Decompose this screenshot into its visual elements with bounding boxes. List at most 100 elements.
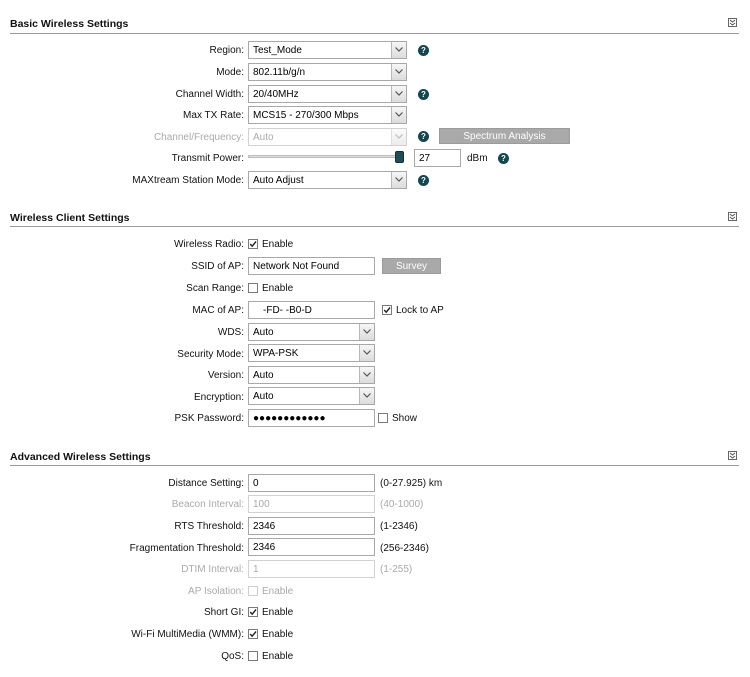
mac-input[interactable]: -FD- -B0-D: [248, 301, 375, 319]
chevron-down-icon: [359, 388, 374, 404]
wmm-enable-text: Enable: [262, 629, 294, 640]
qos-label: QoS:: [221, 651, 244, 662]
version-label: Version:: [207, 370, 244, 381]
scan-range-enable-text: Enable: [262, 283, 294, 294]
channel-width-label: Channel Width:: [175, 89, 244, 100]
channel-frequency-value: Auto: [253, 132, 274, 143]
transmit-power-slider-track[interactable]: [248, 155, 404, 158]
chevron-down-icon: [359, 367, 374, 383]
rts-threshold-value: 2346: [253, 521, 276, 532]
channel-frequency-select: Auto: [248, 128, 407, 146]
section-divider: [10, 33, 739, 34]
transmit-power-help-icon[interactable]: ?: [498, 153, 509, 164]
beacon-interval-input: 100: [248, 495, 375, 513]
max-tx-rate-label: Max TX Rate:: [183, 110, 244, 121]
channel-frequency-label: Channel/Frequency:: [153, 132, 244, 143]
show-password-text: Show: [392, 413, 418, 424]
dtim-interval-input: 1: [248, 560, 375, 578]
psk-password-input[interactable]: ●●●●●●●●●●●●: [248, 409, 375, 427]
distance-input[interactable]: 0: [248, 474, 375, 492]
mac-label: MAC of AP:: [192, 305, 244, 316]
dtim-interval-label: DTIM Interval:: [181, 564, 244, 575]
psk-password-value: ●●●●●●●●●●●●: [253, 413, 326, 424]
ssid-value: Network Not Found: [253, 261, 340, 272]
wireless-radio-checkbox[interactable]: [248, 239, 258, 249]
mode-select[interactable]: 802.11b/g/n: [248, 63, 407, 81]
scan-range-label: Scan Range:: [186, 283, 244, 294]
short-gi-checkbox[interactable]: [248, 607, 258, 617]
region-value: Test_Mode: [253, 45, 302, 56]
wds-label: WDS:: [217, 327, 244, 338]
maxtream-help-icon[interactable]: ?: [418, 175, 429, 186]
maxtream-select[interactable]: Auto Adjust: [248, 171, 407, 189]
qos-checkbox[interactable]: [248, 651, 258, 661]
ssid-label: SSID of AP:: [191, 261, 244, 272]
encryption-select[interactable]: Auto: [248, 387, 375, 405]
section-divider: [10, 465, 739, 466]
security-mode-select[interactable]: WPA-PSK: [248, 344, 375, 362]
maxtream-value: Auto Adjust: [253, 175, 304, 186]
scan-range-checkbox[interactable]: [248, 283, 258, 293]
distance-value: 0: [253, 478, 259, 489]
short-gi-enable-text: Enable: [262, 607, 294, 618]
dtim-interval-value: 1: [253, 564, 259, 575]
ap-isolation-label: AP Isolation:: [188, 586, 244, 597]
region-select[interactable]: Test_Mode: [248, 41, 407, 59]
distance-range: (0-27.925) km: [380, 478, 443, 489]
wireless-radio-enable-text: Enable: [262, 239, 294, 250]
beacon-interval-label: Beacon Interval:: [171, 499, 244, 510]
transmit-power-unit: dBm: [467, 153, 488, 164]
region-label: Region:: [209, 45, 244, 56]
lock-to-ap-checkbox[interactable]: [382, 305, 392, 315]
mode-value: 802.11b/g/n: [253, 67, 306, 78]
chevron-down-icon: [391, 42, 406, 58]
transmit-power-label: Transmit Power:: [171, 153, 244, 164]
channel-frequency-help-icon[interactable]: ?: [418, 131, 429, 142]
max-tx-rate-select[interactable]: MCS15 - 270/300 Mbps: [248, 106, 407, 124]
survey-button[interactable]: Survey: [382, 258, 441, 274]
chevron-down-icon: [391, 129, 406, 145]
spectrum-analysis-button[interactable]: Spectrum Analysis: [439, 128, 570, 144]
collapse-client-icon[interactable]: [728, 212, 737, 221]
maxtream-label: MAXtream Station Mode:: [132, 175, 244, 186]
qos-enable-text: Enable: [262, 651, 294, 662]
ssid-input[interactable]: Network Not Found: [248, 257, 375, 275]
beacon-interval-range: (40-1000): [380, 499, 424, 510]
version-select[interactable]: Auto: [248, 366, 375, 384]
transmit-power-value: 27: [419, 153, 431, 164]
security-mode-value: WPA-PSK: [253, 348, 299, 359]
lock-to-ap-text: Lock to AP: [396, 305, 444, 316]
section-title-basic: Basic Wireless Settings: [10, 18, 129, 30]
fragmentation-threshold-label: Fragmentation Threshold:: [129, 543, 244, 554]
ap-isolation-checkbox: [248, 586, 258, 596]
chevron-down-icon: [359, 345, 374, 361]
chevron-down-icon: [391, 172, 406, 188]
dtim-interval-range: (1-255): [380, 564, 413, 575]
encryption-label: Encryption:: [193, 392, 244, 403]
ap-isolation-enable-text: Enable: [262, 586, 294, 597]
channel-width-select[interactable]: 20/40MHz: [248, 85, 407, 103]
section-divider: [10, 226, 739, 227]
psk-password-label: PSK Password:: [174, 413, 244, 424]
rts-threshold-label: RTS Threshold:: [174, 521, 244, 532]
wmm-checkbox[interactable]: [248, 629, 258, 639]
transmit-power-input[interactable]: 27: [414, 149, 461, 167]
mode-label: Mode:: [216, 67, 244, 78]
rts-threshold-range: (1-2346): [380, 521, 418, 532]
fragmentation-threshold-input[interactable]: 2346: [248, 538, 375, 556]
section-title-advanced: Advanced Wireless Settings: [10, 451, 151, 463]
channel-width-help-icon[interactable]: ?: [418, 89, 429, 100]
collapse-advanced-icon[interactable]: [728, 451, 737, 460]
collapse-basic-icon[interactable]: [728, 18, 737, 27]
distance-label: Distance Setting:: [168, 478, 244, 489]
wds-select[interactable]: Auto: [248, 323, 375, 341]
region-help-icon[interactable]: ?: [418, 45, 429, 56]
fragmentation-threshold-value: 2346: [253, 542, 276, 553]
show-password-checkbox[interactable]: [378, 413, 388, 423]
short-gi-label: Short GI:: [203, 607, 244, 618]
mac-value: -FD- -B0-D: [263, 305, 312, 316]
transmit-power-slider-handle[interactable]: [395, 151, 404, 163]
wds-value: Auto: [253, 327, 274, 338]
chevron-down-icon: [391, 107, 406, 123]
rts-threshold-input[interactable]: 2346: [248, 517, 375, 535]
